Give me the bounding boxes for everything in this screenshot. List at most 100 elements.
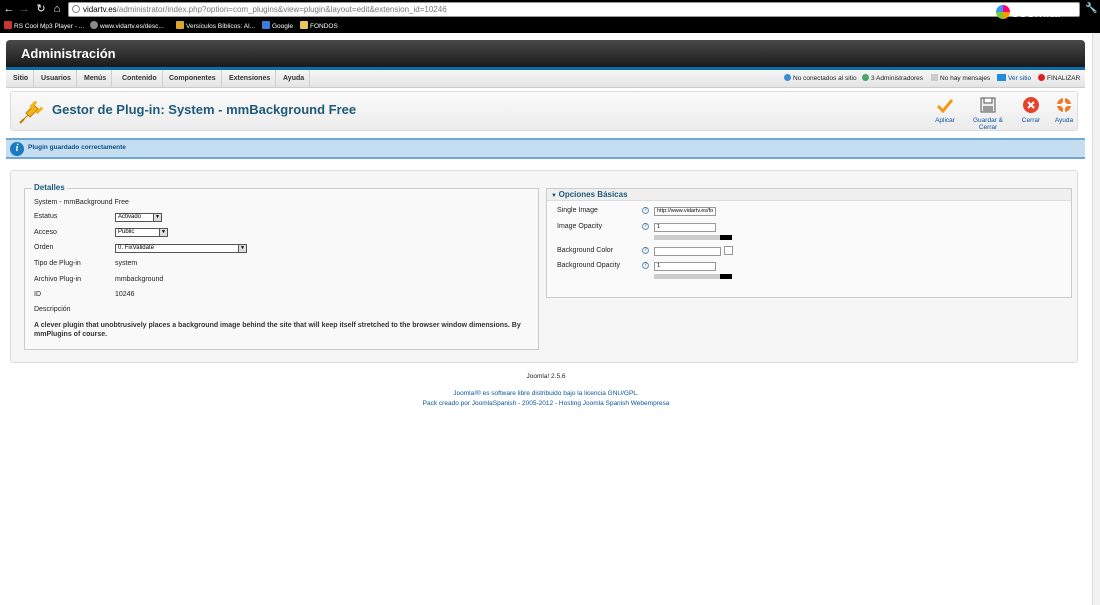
message-text: Plugin guardado correctamente — [28, 144, 126, 151]
order-label: Orden — [34, 244, 54, 251]
menu-extensiones[interactable]: Extensiones — [224, 70, 277, 87]
access-select[interactable]: Public ▼ — [115, 228, 168, 237]
admins-status: 3 Administradores — [862, 70, 923, 87]
access-label: Acceso — [34, 229, 57, 236]
description-text: A clever plugin that unobtrusively place… — [34, 322, 521, 338]
status-value: Activado — [118, 214, 142, 220]
rs-player-icon — [4, 21, 12, 29]
bookmark-item[interactable]: RS Cool Mp3 Player - ... — [4, 21, 84, 31]
status-select[interactable]: Activado ▼ — [115, 213, 162, 222]
system-message: i Plugin guardado correctamente — [6, 138, 1085, 159]
view-site-link[interactable]: Ver sitio — [997, 70, 1031, 87]
google-icon — [262, 21, 270, 29]
options-header[interactable]: ▼ Opciones Básicas — [547, 189, 1071, 201]
help-icon[interactable]: ? — [642, 247, 649, 254]
collapse-arrow-icon: ▼ — [551, 193, 559, 199]
file-value: mmbackground — [115, 276, 164, 283]
menu-sitio[interactable]: Sitio — [8, 70, 35, 87]
offline-users-label: No conectados al sitio — [793, 75, 857, 82]
home-icon[interactable]: ⌂ — [50, 3, 64, 15]
description-label: Descripción — [34, 306, 71, 313]
menu-ayuda[interactable]: Ayuda — [278, 70, 311, 87]
info-icon: i — [10, 142, 24, 156]
view-site-label: Ver sitio — [1008, 75, 1032, 82]
bookmarks-bar: RS Cool Mp3 Player - ... www.vidartv.es/… — [0, 19, 1100, 33]
license-link[interactable]: Joomla!® es software libre distribuido b… — [0, 390, 1092, 397]
page-title: Gestor de Plug-in: System - mmBackground… — [52, 102, 357, 117]
admin-title: Administración — [21, 46, 116, 61]
details-legend: Detalles — [32, 183, 67, 192]
bookmark-label: FONDOS — [310, 23, 338, 30]
wrench-icon[interactable]: 🔧 — [1085, 3, 1097, 14]
page-icon — [72, 5, 80, 13]
logout-label: FINALIZAR — [1047, 75, 1081, 82]
bookmark-label: www.vidartv.es/desc... — [100, 23, 164, 30]
color-picker-icon[interactable] — [724, 246, 733, 255]
pack-credit-link[interactable]: Pack creado por JoomlaSpanish - 2005-201… — [0, 400, 1092, 407]
bookmark-label: Versículos Bíblicos: Al... — [186, 23, 256, 30]
type-value: system — [115, 260, 138, 267]
access-value: Public — [118, 229, 135, 235]
messages-status[interactable]: No hay mensajes — [931, 70, 990, 87]
background-opacity-input[interactable]: 1 — [654, 262, 716, 271]
help-icon[interactable]: ? — [642, 262, 649, 269]
checkmark-icon — [937, 99, 953, 113]
plugin-icon — [19, 100, 44, 124]
help-button[interactable]: Ayuda — [1039, 97, 1089, 124]
bookmark-item[interactable]: Versículos Bíblicos: Al... — [176, 21, 255, 31]
menu-usuarios[interactable]: Usuarios — [36, 70, 77, 87]
bookmark-item[interactable]: Google — [262, 21, 293, 31]
chevron-down-icon: ▼ — [238, 245, 246, 252]
bookmark-folder[interactable]: FONDOS — [300, 21, 338, 31]
chevron-down-icon: ▼ — [153, 214, 161, 221]
save-icon — [980, 97, 996, 113]
close-icon — [1023, 97, 1039, 113]
joomla-logo-icon — [996, 5, 1010, 19]
menubar: Sitio Usuarios Menús Contenido Component… — [6, 70, 1085, 88]
file-label: Archivo Plug-in — [34, 276, 82, 283]
bible-icon — [176, 21, 184, 29]
joomla-logo-text: Joomla! — [1012, 4, 1062, 20]
menu-menus[interactable]: Menús — [79, 70, 113, 87]
bookmark-label: RS Cool Mp3 Player - ... — [14, 23, 85, 30]
status-label: Estatus — [34, 213, 58, 220]
slider-handle[interactable] — [720, 235, 732, 240]
bookmark-label: Google — [272, 23, 293, 30]
address-bar[interactable]: vidartv.es/administrator/index.php?optio… — [68, 2, 1080, 17]
scrollbar[interactable] — [1092, 33, 1100, 605]
background-color-input[interactable] — [654, 247, 721, 256]
url-path: /administrator/index.php?option=com_plug… — [116, 5, 447, 14]
users-icon — [784, 74, 791, 81]
order-value: 0. FixValidate — [118, 245, 154, 251]
menu-contenido[interactable]: Contenido — [117, 70, 163, 87]
image-opacity-slider[interactable] — [654, 235, 732, 240]
monitor-icon — [997, 74, 1006, 81]
background-color-label: Background Color — [557, 247, 614, 254]
single-image-input[interactable]: http://www.vidartv.es/fo — [654, 207, 716, 216]
browser-toolbar: ← → ↻ ⌂ vidartv.es/administrator/index.p… — [0, 0, 1100, 19]
background-opacity-slider[interactable] — [654, 274, 732, 279]
plugin-name: System - mmBackground Free — [34, 199, 129, 206]
messages-label: No hay mensajes — [940, 75, 991, 82]
order-select[interactable]: 0. FixValidate ▼ — [115, 244, 247, 253]
mail-icon — [931, 74, 938, 81]
chevron-down-icon: ▼ — [159, 229, 167, 236]
offline-users-status: No conectados al sitio — [784, 70, 857, 87]
id-label: ID — [34, 291, 41, 298]
globe-icon — [90, 21, 98, 29]
forward-icon[interactable]: → — [17, 3, 31, 15]
back-icon[interactable]: ← — [2, 3, 16, 15]
slider-handle[interactable] — [720, 274, 732, 279]
bookmark-item[interactable]: www.vidartv.es/desc... — [90, 21, 164, 31]
image-opacity-input[interactable]: 1 — [654, 223, 716, 232]
help-icon[interactable]: ? — [642, 223, 649, 230]
help-icon[interactable]: ? — [642, 207, 649, 214]
image-opacity-label: Image Opacity — [557, 223, 603, 230]
logout-link[interactable]: FINALIZAR — [1038, 70, 1080, 87]
logout-icon — [1038, 74, 1045, 81]
lifebuoy-icon — [1057, 98, 1071, 112]
bookmark-star-icon[interactable]: ☆ — [1066, 3, 1076, 16]
menu-componentes[interactable]: Componentes — [164, 70, 222, 87]
save-close-label: Guardar & Cerrar — [973, 117, 1003, 131]
reload-icon[interactable]: ↻ — [34, 3, 48, 15]
